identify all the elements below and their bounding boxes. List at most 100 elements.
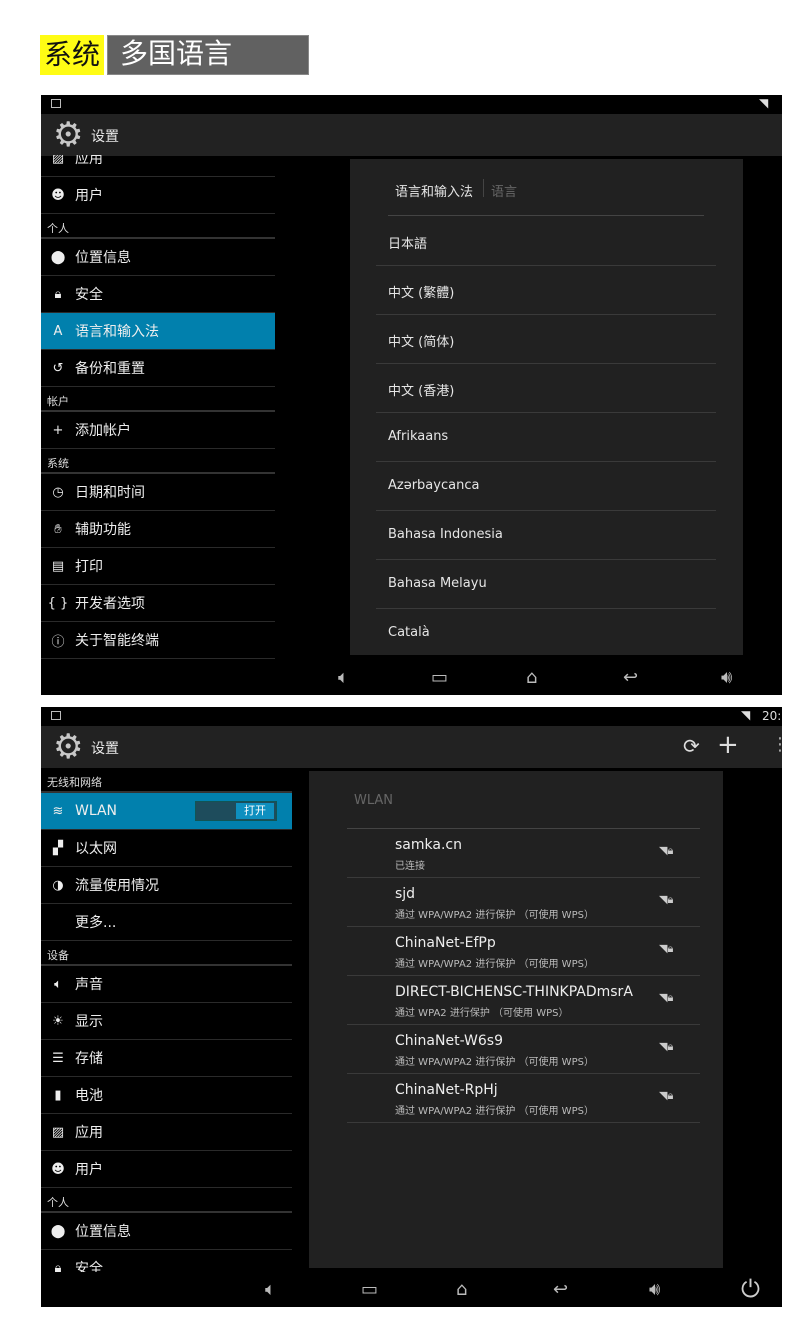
lock-icon: 🔒︎ [54, 1260, 62, 1273]
language-option[interactable]: 日本語 [388, 233, 427, 252]
sidebar-item-label: 辅助功能 [75, 522, 131, 538]
notification-image-icon [51, 99, 61, 108]
sidebar-item[interactable]: ◷ 日期和时间 [41, 474, 275, 511]
clock-icon: ◷ [52, 484, 64, 500]
sidebar-item[interactable]: ⓘ 关于智能终端 [41, 622, 275, 659]
volume-up-icon[interactable]: 🔊︎ [649, 1279, 660, 1300]
sidebar-item[interactable]: 🔈︎ 声音 [41, 966, 292, 1003]
settings-sidebar[interactable]: ▨ 应用 ☻ 用户 个人 ⬤ 位置信息 🔒︎ 安全 A 语言和输入法 ↺ 备份和重置 帐户 + 添加帐户 系统 ◷… [41, 155, 275, 660]
section-header: 帐户 [41, 387, 275, 412]
network-name[interactable]: ChinaNet-RpHj [395, 1082, 498, 1098]
wifi-icon: ≋ [52, 803, 64, 819]
settings-gear-icon[interactable]: ⚙ [53, 730, 83, 764]
network-status: 通过 WPA/WPA2 进行保护 （可使用 WPS） [395, 910, 594, 921]
navigation-bar: 🔈︎ ▭ ⌂ ↩ 🔊︎ [41, 661, 782, 695]
sidebar-item[interactable]: ▞ 以太网 [41, 830, 292, 867]
network-status: 通过 WPA/WPA2 进行保护 （可使用 WPS） [395, 1106, 594, 1117]
sidebar-item[interactable]: ≋ WLAN 打开 [41, 793, 292, 830]
language-option[interactable]: Bahasa Indonesia [388, 527, 503, 542]
wifi-lock-icon: ◥🔒︎ [659, 844, 674, 857]
back-icon[interactable]: ↩ [553, 1279, 568, 1300]
sidebar-item[interactable]: ⬤ 位置信息 [41, 1213, 292, 1250]
network-name[interactable]: ChinaNet-W6s9 [395, 1033, 503, 1049]
sidebar-item[interactable]: { } 开发者选项 [41, 585, 275, 622]
network-name[interactable]: ChinaNet-EfPp [395, 935, 496, 951]
settings-sidebar[interactable]: 无线和网络 ≋ WLAN 打开 ▞ 以太网 ◑ 流量使用情况 更多... 设备 🔈︎ 声音 ☀ 显示 ☰ 存储… [41, 768, 292, 1272]
add-network-icon[interactable]: + [717, 730, 739, 760]
home-icon[interactable]: ⌂ [456, 1279, 467, 1300]
sidebar-item[interactable]: ▤ 打印 [41, 548, 275, 585]
language-option[interactable]: Azərbaycanca [388, 478, 479, 493]
home-icon[interactable]: ⌂ [526, 667, 537, 688]
settings-gear-icon[interactable]: ⚙ [53, 118, 83, 152]
network-status: 通过 WPA/WPA2 进行保护 （可使用 WPS） [395, 959, 594, 970]
section-header: 个人 [41, 1188, 292, 1213]
sidebar-item[interactable]: ☰ 存储 [41, 1040, 292, 1077]
sidebar-item[interactable]: A 语言和输入法 [41, 313, 275, 350]
sidebar-item[interactable]: ▨ 应用 [41, 155, 275, 177]
network-name[interactable]: samka.cn [395, 837, 462, 853]
ethernet-icon: ▞ [53, 840, 63, 856]
sidebar-item[interactable]: ▮ 电池 [41, 1077, 292, 1114]
sidebar-item[interactable]: + 添加帐户 [41, 412, 275, 449]
apps-icon: ▨ [51, 1124, 65, 1140]
sidebar-item[interactable]: ▨ 应用 [41, 1114, 292, 1151]
volume-down-icon[interactable]: 🔈︎ [265, 1279, 276, 1300]
wps-refresh-icon[interactable]: ⟳ [683, 734, 700, 758]
action-bar: ⚙ 设置 [41, 114, 782, 156]
overflow-menu-icon[interactable]: ⋮ [771, 734, 782, 755]
network-name[interactable]: DIRECT-BICHENSC-THINKPADmsrA [395, 984, 633, 1000]
section-header: 无线和网络 [41, 768, 292, 793]
network-status: 通过 WPA2 进行保护 （可使用 WPS） [395, 1008, 569, 1019]
sidebar-item-label: 安全 [75, 287, 103, 303]
language-option[interactable]: 中文 (简体) [388, 331, 454, 350]
wlan-title: WLAN [354, 793, 394, 808]
sidebar-item[interactable]: ☀ 显示 [41, 1003, 292, 1040]
sidebar-item[interactable]: ☻ 用户 [41, 177, 275, 214]
sidebar-item-label: 添加帐户 [75, 423, 131, 439]
app-title: 设置 [91, 741, 119, 757]
sidebar-item-label: 用户 [75, 188, 103, 204]
language-option[interactable]: 中文 (香港) [388, 380, 454, 399]
divider [376, 412, 716, 413]
language-option[interactable]: Bahasa Melayu [388, 576, 487, 591]
sidebar-item[interactable]: ⬤ 位置信息 [41, 239, 275, 276]
apps-icon: ▨ [51, 155, 65, 166]
sidebar-item-label: 位置信息 [75, 250, 131, 266]
divider [376, 608, 716, 609]
dialog-breadcrumb: 语言和输入法 [395, 185, 474, 200]
back-icon[interactable]: ↩ [623, 667, 638, 688]
divider [376, 265, 716, 266]
recent-apps-icon[interactable]: ▭ [361, 1279, 378, 1300]
network-name[interactable]: sjd [395, 886, 415, 902]
sound-icon: 🔈︎ [54, 976, 62, 992]
wifi-lock-icon: ◥🔒︎ [659, 893, 674, 906]
storage-icon: ☰ [52, 1050, 64, 1066]
sidebar-item[interactable]: ✋︎ 辅助功能 [41, 511, 275, 548]
volume-down-icon[interactable]: 🔈︎ [338, 667, 349, 688]
sidebar-item[interactable]: ◑ 流量使用情况 [41, 867, 292, 904]
sidebar-item[interactable]: 🔒︎ 安全 [41, 276, 275, 313]
data-usage-icon: ◑ [52, 877, 64, 893]
volume-up-icon[interactable]: 🔊︎ [721, 667, 732, 688]
sidebar-item[interactable]: 🔒︎ 安全 [41, 1250, 292, 1273]
wlan-toggle[interactable]: 打开 [195, 801, 277, 821]
sidebar-item[interactable]: ☻ 用户 [41, 1151, 292, 1188]
divider [376, 559, 716, 560]
sidebar-item[interactable]: 更多... [41, 904, 292, 941]
language-option[interactable]: Català [388, 625, 430, 640]
sidebar-item[interactable]: ↺ 备份和重置 [41, 350, 275, 387]
power-icon[interactable]: ⏻ [741, 1275, 760, 1303]
language-option[interactable]: 中文 (繁體) [388, 282, 454, 301]
divider [376, 461, 716, 462]
divider [347, 1024, 700, 1025]
recent-apps-icon[interactable]: ▭ [431, 667, 448, 688]
sidebar-item-label: 显示 [75, 1014, 103, 1030]
wlan-panel: WLAN samka.cn 已连接 ◥🔒︎ sjd 通过 WPA/WPA2 进行保护 （… [309, 771, 723, 1268]
backup-icon: ↺ [52, 360, 64, 376]
sidebar-item-label: 安全 [75, 1261, 103, 1272]
divider [347, 877, 700, 878]
language-option[interactable]: Afrikaans [388, 429, 448, 444]
divider [347, 975, 700, 976]
status-bar: ◥ 20:5 [41, 707, 782, 726]
